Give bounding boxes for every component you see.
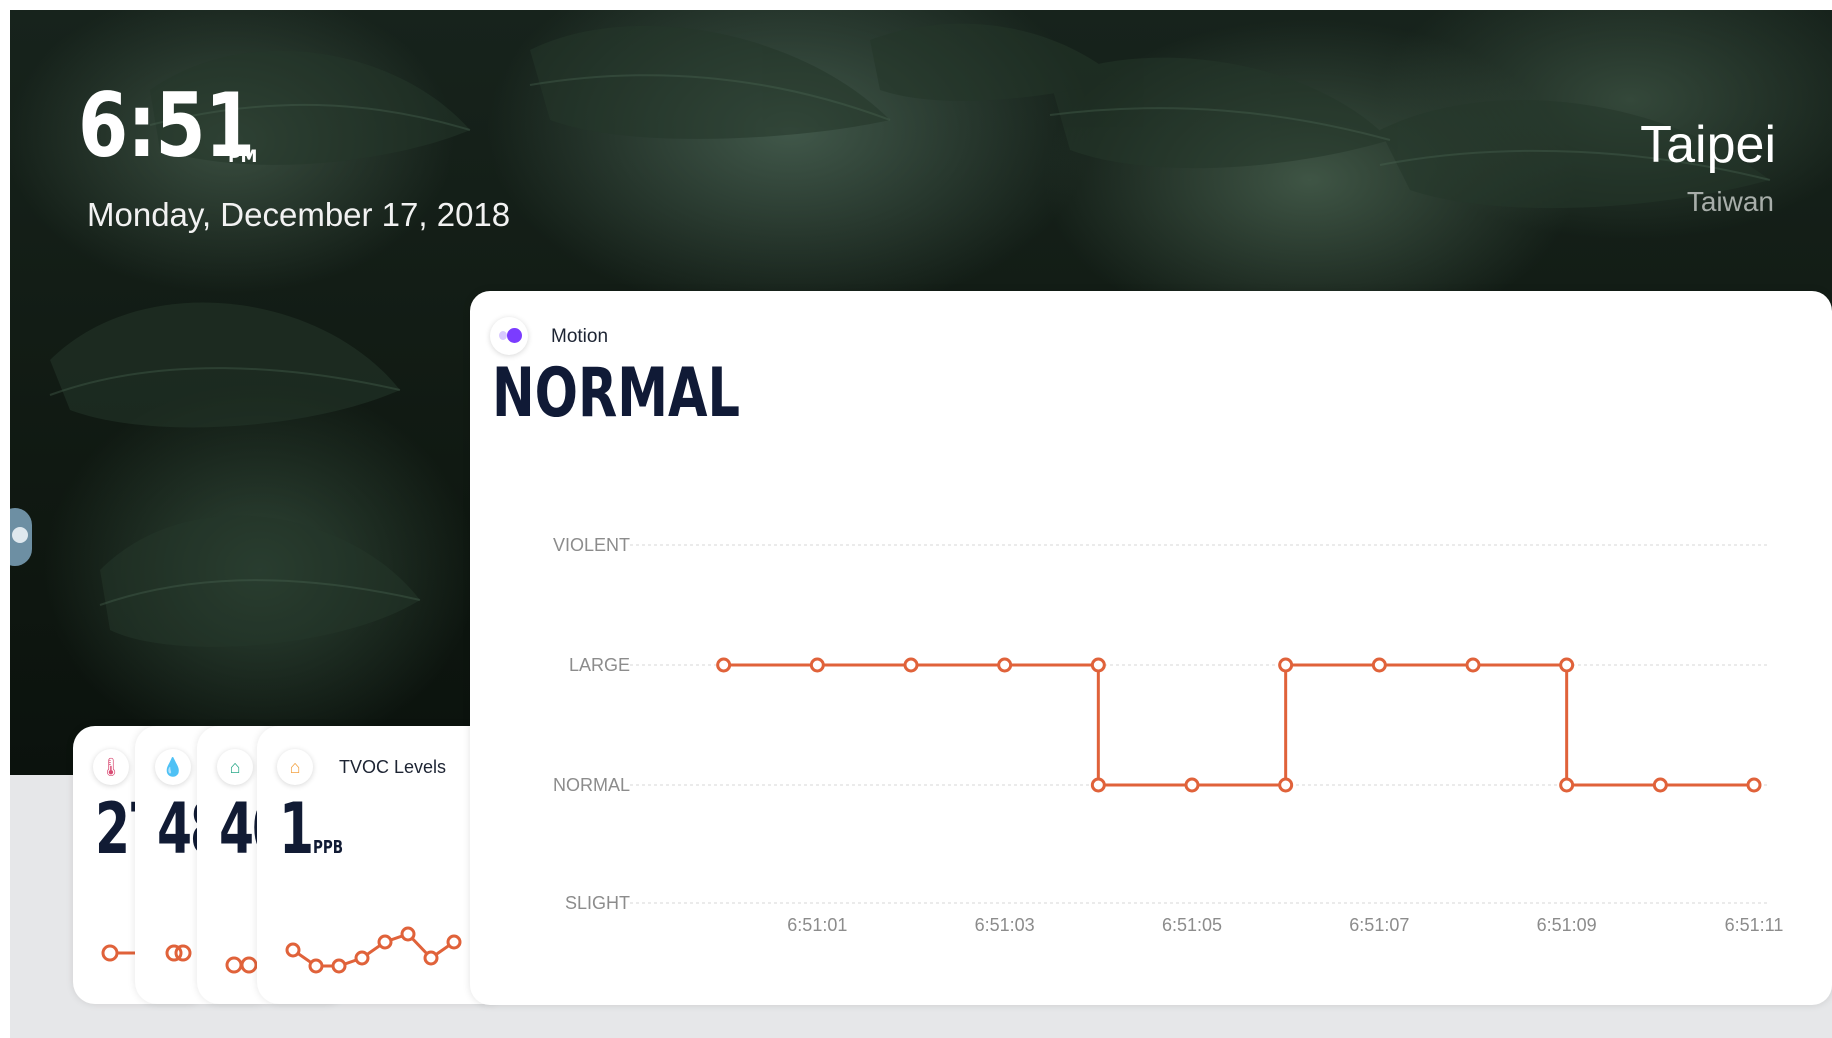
tvoc-spark-point — [285, 942, 301, 958]
motion-data-point — [1746, 777, 1762, 793]
motion-chart: SLIGHT NORMAL LARGE VIOLENT 6:51:01 6:51:03 6:… — [553, 535, 1784, 935]
country-name: Taiwan — [1686, 186, 1774, 217]
motion-data-point — [1184, 777, 1200, 793]
x-tick-label: 6:51:01 — [787, 915, 847, 935]
motion-data-point — [1090, 777, 1106, 793]
motion-data-point — [1465, 657, 1481, 673]
clock-ampm: PM — [228, 147, 258, 167]
previous-page-arrow-icon[interactable] — [10, 508, 32, 566]
motion-data-point — [1371, 657, 1387, 673]
x-tick-label: 6:51:03 — [975, 915, 1035, 935]
y-tick-label: VIOLENT — [553, 535, 630, 555]
x-tick-label: 6:51:07 — [1349, 915, 1409, 935]
y-tick-label: NORMAL — [553, 775, 630, 795]
motion-data-point — [997, 657, 1013, 673]
motion-series-line — [723, 663, 1754, 787]
motion-data-point — [1559, 657, 1575, 673]
city-name: Taipei — [1640, 116, 1776, 174]
x-tick-label: 6:51:09 — [1537, 915, 1597, 935]
tvoc-spark-point — [331, 958, 347, 974]
tvoc-spark-point — [354, 950, 370, 966]
tvoc-spark-point — [308, 958, 324, 974]
tvoc-spark-point — [377, 934, 393, 950]
motion-data-point — [1278, 657, 1294, 673]
dashboard-frame: 6:51 PM Monday, December 17, 2018 Taipei… — [10, 10, 1832, 1038]
motion-data-point — [809, 657, 825, 673]
tvoc-spark-point — [446, 934, 462, 950]
tvoc-spark-point — [423, 950, 439, 966]
motion-data-point — [1652, 777, 1668, 793]
x-tick-label: 6:51:11 — [1725, 915, 1784, 935]
tvoc-spark-point — [400, 926, 416, 942]
y-tick-label: LARGE — [569, 655, 630, 675]
motion-data-point — [716, 657, 732, 673]
motion-data-point — [1559, 777, 1575, 793]
motion-data-point — [1278, 777, 1294, 793]
y-tick-label: SLIGHT — [565, 893, 630, 913]
motion-data-point — [1090, 657, 1106, 673]
clock-date: Monday, December 17, 2018 — [87, 196, 511, 233]
motion-data-point — [903, 657, 919, 673]
motion-card[interactable]: Motion NORMAL SLIGHT NORMAL LARGE VIOLENT 6:… — [470, 291, 1832, 1005]
x-tick-label: 6:51:05 — [1162, 915, 1222, 935]
